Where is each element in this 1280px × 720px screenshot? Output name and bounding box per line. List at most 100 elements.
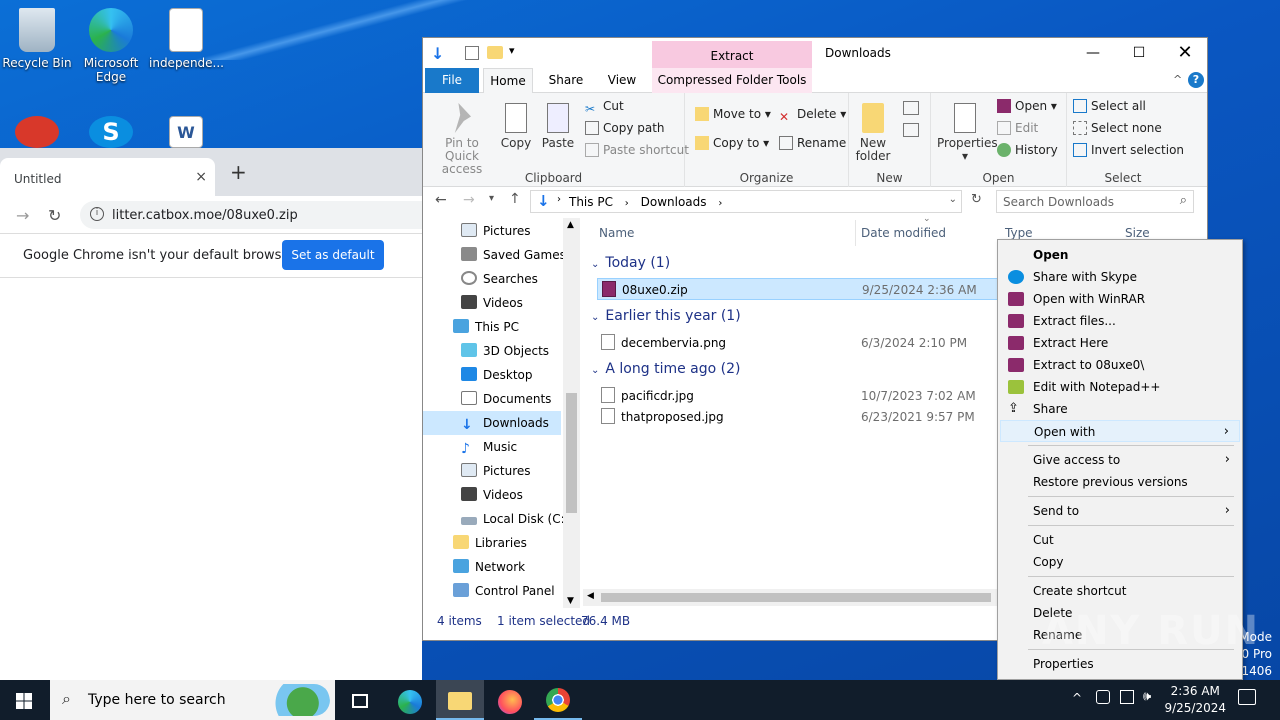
select-none-button[interactable]: Select none — [1073, 121, 1162, 135]
copy-path-button[interactable]: Copy path — [585, 121, 665, 135]
copy-to-button[interactable]: Copy to ▾ — [695, 136, 769, 150]
menu-item-copy[interactable]: Copy — [1000, 551, 1240, 573]
new-folder-qat-icon[interactable] — [487, 46, 503, 59]
file-row[interactable]: thatproposed.jpg 6/23/2021 9:57 PM — [597, 406, 1017, 428]
cut-button[interactable]: ✂ Cut — [585, 99, 624, 116]
group-header-long-ago[interactable]: ⌄ A long time ago (2) — [591, 361, 740, 377]
scroll-down-icon[interactable]: ▼ — [567, 596, 574, 606]
paste-shortcut-button[interactable]: Paste shortcut — [585, 143, 689, 157]
menu-item-share-skype[interactable]: Share with Skype — [1000, 266, 1240, 288]
forward-icon[interactable]: → — [16, 206, 29, 225]
invert-selection-button[interactable]: Invert selection — [1073, 143, 1184, 157]
menu-item-extract-here[interactable]: Extract Here — [1000, 332, 1240, 354]
new-folder-button[interactable]: New folder — [853, 103, 893, 163]
network-icon[interactable] — [1120, 690, 1134, 704]
properties-button[interactable]: Properties ▾ — [937, 103, 998, 163]
menu-item-open[interactable]: Open — [1000, 244, 1240, 266]
search-input[interactable]: Search Downloads ⌕ — [996, 190, 1194, 213]
menu-item-extract-files[interactable]: Extract files... — [1000, 310, 1240, 332]
address-bar[interactable]: i litter.catbox.moe/08uxe0.zip — [80, 201, 422, 229]
chrome-tab[interactable]: Untitled × — [0, 158, 215, 196]
site-info-icon[interactable]: i — [90, 207, 104, 221]
copy-button[interactable]: Copy — [499, 103, 533, 150]
notifications-icon[interactable] — [1238, 689, 1256, 705]
task-view-button[interactable] — [336, 684, 384, 720]
paste-button[interactable]: Paste — [541, 103, 575, 150]
nav-item-libraries[interactable]: Libraries — [453, 531, 527, 555]
menu-item-cut[interactable]: Cut — [1000, 529, 1240, 551]
menu-item-edit-notepadpp[interactable]: Edit with Notepad++ — [1000, 376, 1240, 398]
new-tab-button[interactable]: + — [230, 160, 247, 184]
menu-item-open-with[interactable]: Open with › — [1000, 420, 1240, 442]
nav-item-pictures[interactable]: Pictures — [461, 219, 531, 243]
start-button[interactable] — [0, 684, 48, 720]
taskbar-firefox[interactable] — [486, 684, 534, 720]
qat-dropdown-icon[interactable]: ▾ — [509, 44, 515, 57]
address-bar[interactable]: ↓ › This PC › Downloads › ⌄ — [530, 190, 962, 213]
extract-context-tab[interactable]: Extract — [652, 41, 812, 68]
edit-button[interactable]: Edit — [997, 121, 1038, 135]
breadcrumb-chevron-icon[interactable]: › — [557, 194, 561, 205]
reload-icon[interactable]: ↻ — [48, 206, 61, 225]
nav-scrollbar[interactable]: ▲ ▼ — [563, 218, 580, 608]
nav-item-control-panel[interactable]: Control Panel — [453, 579, 555, 603]
word-desktop-icon[interactable]: W — [149, 116, 223, 152]
menu-item-restore-versions[interactable]: Restore previous versions — [1000, 471, 1240, 493]
document-desktop-icon[interactable]: independe... — [149, 8, 224, 70]
column-name[interactable]: Name — [599, 226, 634, 240]
nav-item-3d-objects[interactable]: 3D Objects — [461, 339, 549, 363]
pin-quick-access-button[interactable]: Pin to Quick access — [429, 103, 495, 176]
file-row[interactable]: pacificdr.jpg 10/7/2023 7:02 AM — [597, 385, 1017, 407]
set-default-button[interactable]: Set as default — [282, 240, 384, 270]
nav-item-videos-2[interactable]: Videos — [461, 483, 523, 507]
column-size[interactable]: Size — [1125, 226, 1150, 240]
column-type[interactable]: Type — [1005, 226, 1033, 240]
back-icon[interactable]: ← — [435, 192, 447, 208]
recent-locations-icon[interactable]: ▾ — [489, 193, 494, 204]
close-icon[interactable]: ✕ — [1162, 38, 1208, 68]
nav-item-network[interactable]: Network — [453, 555, 525, 579]
new-item-icon[interactable] — [903, 101, 919, 115]
recycle-bin-desktop-icon[interactable]: Recycle Bin — [0, 8, 74, 70]
taskbar-clock[interactable]: 2:36 AM 9/25/2024 — [1164, 683, 1226, 717]
taskbar-search[interactable]: ⌕ Type here to search — [50, 680, 335, 720]
nav-item-saved-games[interactable]: Saved Games — [461, 243, 566, 267]
scroll-left-icon[interactable]: ◀ — [587, 591, 594, 601]
nav-item-searches[interactable]: Searches — [461, 267, 538, 291]
history-button[interactable]: History — [997, 143, 1058, 157]
menu-item-send-to[interactable]: Send to › — [1000, 500, 1240, 522]
minimize-icon[interactable]: — — [1070, 38, 1116, 68]
tab-home[interactable]: Home — [483, 68, 533, 94]
tab-compressed-folder-tools[interactable]: Compressed Folder Tools — [652, 68, 812, 93]
file-row[interactable]: decembervia.png 6/3/2024 2:10 PM — [597, 332, 1017, 354]
nav-item-videos[interactable]: Videos — [461, 291, 523, 315]
menu-item-properties[interactable]: Properties — [1000, 653, 1240, 675]
tab-share[interactable]: Share — [541, 68, 591, 93]
move-to-button[interactable]: Move to ▾ — [695, 107, 771, 121]
tab-file[interactable]: File — [425, 68, 479, 93]
group-header-today[interactable]: ⌄ Today (1) — [591, 255, 670, 271]
menu-item-create-shortcut[interactable]: Create shortcut — [1000, 580, 1240, 602]
up-icon[interactable]: ↑ — [509, 191, 521, 207]
file-row[interactable]: 08uxe0.zip 9/25/2024 2:36 AM — [597, 278, 1017, 300]
tray-chevron-icon[interactable]: ^ — [1072, 691, 1082, 705]
scroll-up-icon[interactable]: ▲ — [567, 220, 574, 230]
taskbar-edge[interactable] — [386, 684, 434, 720]
nav-item-music[interactable]: ♪ Music — [461, 435, 517, 459]
skype-desktop-icon[interactable]: S — [74, 116, 148, 152]
menu-item-give-access[interactable]: Give access to › — [1000, 449, 1240, 471]
column-date-modified[interactable]: Date modified — [861, 226, 946, 240]
nav-item-local-disk[interactable]: Local Disk (C:) — [461, 507, 569, 531]
forward-icon[interactable]: → — [463, 192, 475, 208]
group-header-earlier[interactable]: ⌄ Earlier this year (1) — [591, 308, 741, 324]
address-dropdown-icon[interactable]: ⌄ — [949, 194, 957, 205]
breadcrumb-this-pc[interactable]: This PC — [569, 195, 613, 209]
taskbar-chrome[interactable] — [534, 680, 582, 720]
nav-item-downloads[interactable]: ↓ Downloads — [423, 411, 561, 435]
collapse-ribbon-icon[interactable]: ^ — [1173, 73, 1182, 86]
select-all-button[interactable]: Select all — [1073, 99, 1146, 113]
easy-access-icon[interactable] — [903, 123, 919, 137]
breadcrumb-downloads[interactable]: Downloads — [641, 195, 707, 209]
help-icon[interactable]: ? — [1188, 72, 1204, 88]
maximize-icon[interactable]: ☐ — [1116, 38, 1162, 68]
